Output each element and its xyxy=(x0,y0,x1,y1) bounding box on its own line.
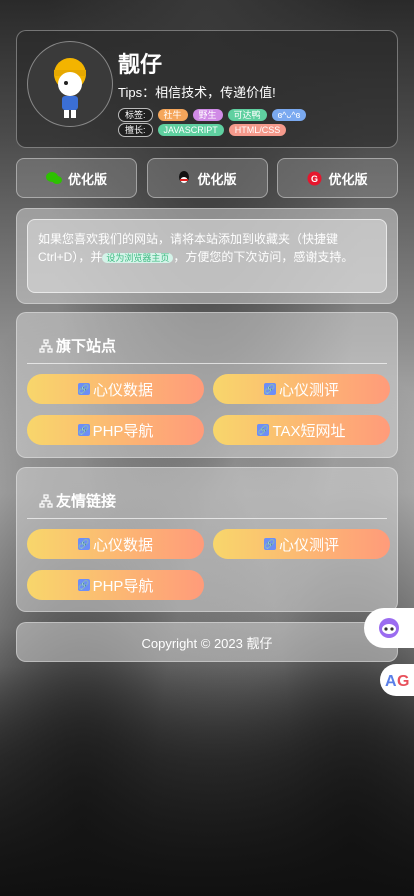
tags-row: 标签: 社牛 野生 可达鸭 ɞ^ᴗ^ɞ xyxy=(118,108,307,122)
friend-link[interactable]: 🔗 心仪测评 xyxy=(213,529,390,559)
svg-text:G: G xyxy=(311,174,318,184)
tag: ɞ^ᴗ^ɞ xyxy=(271,109,307,121)
profile-card: 靓仔 Tips：相信技术，传递价值! 标签: 社牛 野生 可达鸭 ɞ^ᴗ^ɞ 擅… xyxy=(16,30,398,148)
site-link-label: 心仪测评 xyxy=(278,381,339,399)
link-icon: 🔗 xyxy=(77,579,90,591)
notice-text-after: ，方便您的下次访问，感谢支持。 xyxy=(173,250,354,264)
sites-title: 旗下站点 xyxy=(39,335,116,356)
set-homepage-link[interactable]: 设为浏览器主页 xyxy=(102,253,174,263)
copyright-text: Copyright © 2023 靓仔 xyxy=(141,635,273,651)
skill-tag: JAVASCRIPT xyxy=(157,124,224,136)
background-mountain xyxy=(0,666,414,896)
skill-tag: HTML/CSS xyxy=(228,124,287,136)
site-link-label: 心仪数据 xyxy=(92,381,153,399)
notice-text: 如果您喜欢我们的网站，请将本站添加到收藏夹（快捷键Ctrl+D），并 设为浏览器主… xyxy=(27,219,387,293)
wechat-button[interactable]: 优化版 xyxy=(16,158,137,198)
link-icon: 🔗 xyxy=(263,538,276,550)
tag: 可达鸭 xyxy=(227,109,267,121)
divider xyxy=(27,363,387,364)
friend-link-label: 心仪测评 xyxy=(278,536,339,554)
sitemap-icon xyxy=(39,493,53,508)
tags-label: 标签: xyxy=(118,108,153,122)
link-icon: 🔗 xyxy=(263,383,276,395)
tag: 社牛 xyxy=(157,109,188,121)
footer: Copyright © 2023 靓仔 xyxy=(16,622,398,662)
qq-icon xyxy=(179,171,190,183)
ag-logo-icon: AG xyxy=(385,673,409,690)
friends-title: 友情链接 xyxy=(39,490,116,511)
button-label: 优化版 xyxy=(67,171,107,187)
site-link[interactable]: 🔗 PHP导航 xyxy=(27,415,204,445)
friend-link[interactable]: 🔗 心仪数据 xyxy=(27,529,204,559)
svg-text:G: G xyxy=(397,673,409,690)
qq-button[interactable]: 优化版 xyxy=(146,158,268,198)
friend-link-label: PHP导航 xyxy=(92,577,154,595)
friends-title-text: 友情链接 xyxy=(56,493,117,510)
notice-card: 如果您喜欢我们的网站，请将本站添加到收藏夹（快捷键Ctrl+D），并 设为浏览器主… xyxy=(16,208,398,304)
link-icon: 🔗 xyxy=(77,424,90,436)
weibo-icon: G xyxy=(307,171,322,185)
link-icon: 🔗 xyxy=(257,424,270,436)
site-link-label: TAX短网址 xyxy=(272,422,346,440)
optimize-buttons: 优化版 优化版 G 优化版 xyxy=(16,158,398,198)
profile-tips: Tips：相信技术，传递价值! xyxy=(118,85,276,100)
divider xyxy=(27,518,387,519)
ag-widget-button[interactable]: AG xyxy=(380,664,414,696)
chat-widget-button[interactable] xyxy=(364,608,414,648)
svg-text:A: A xyxy=(385,673,397,690)
weibo-button[interactable]: G 优化版 xyxy=(277,158,398,198)
sites-title-text: 旗下站点 xyxy=(56,338,117,355)
robot-icon xyxy=(379,618,399,638)
skills-label: 擅长: xyxy=(118,123,153,137)
button-label: 优化版 xyxy=(197,171,237,187)
sites-section: 旗下站点 🔗 心仪数据 🔗 心仪测评 🔗 PHP导航 🔗 TAX短网址 xyxy=(16,312,398,458)
link-icon: 🔗 xyxy=(77,383,90,395)
link-icon: 🔗 xyxy=(77,538,90,550)
wechat-icon xyxy=(45,172,62,184)
skills-row: 擅长: JAVASCRIPT HTML/CSS xyxy=(118,123,287,137)
site-link[interactable]: 🔗 TAX短网址 xyxy=(213,415,390,445)
button-label: 优化版 xyxy=(328,171,368,187)
avatar xyxy=(27,41,113,127)
sitemap-icon xyxy=(39,338,53,353)
friend-link-label: 心仪数据 xyxy=(92,536,153,554)
site-link[interactable]: 🔗 心仪测评 xyxy=(213,374,390,404)
friend-link[interactable]: 🔗 PHP导航 xyxy=(27,570,204,600)
site-link-label: PHP导航 xyxy=(92,422,154,440)
profile-name: 靓仔 xyxy=(118,52,163,77)
friends-section: 友情链接 🔗 心仪数据 🔗 心仪测评 🔗 PHP导航 xyxy=(16,467,398,612)
tag: 野生 xyxy=(192,109,223,121)
site-link[interactable]: 🔗 心仪数据 xyxy=(27,374,204,404)
